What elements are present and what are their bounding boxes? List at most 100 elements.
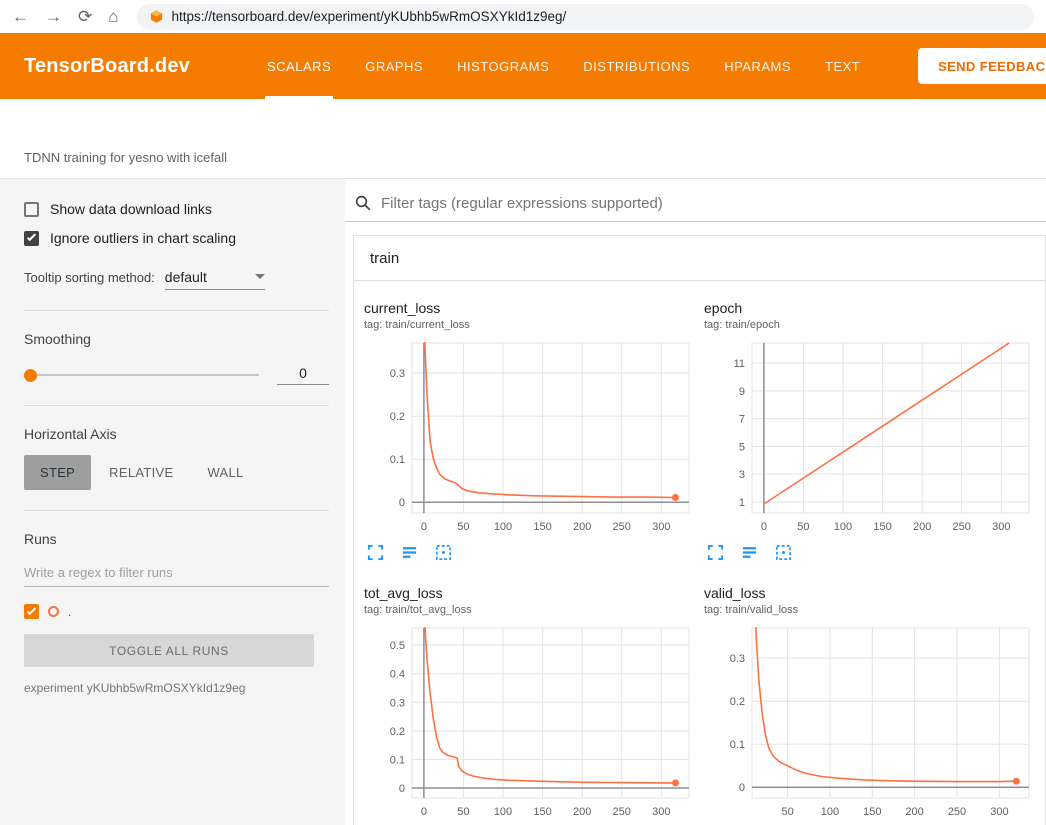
runs-filter-input[interactable] bbox=[24, 561, 329, 587]
tensorboard-favicon bbox=[149, 9, 164, 24]
svg-text:0.2: 0.2 bbox=[730, 696, 745, 708]
expand-chart-icon[interactable] bbox=[707, 544, 724, 561]
tag-filter-input[interactable] bbox=[381, 195, 1046, 212]
line-chart-tot-avg-loss[interactable]: 05010015020025030000.10.20.30.40.5 bbox=[364, 622, 704, 824]
chart-card-epoch: epoch tag: train/epoch 05010015020025030… bbox=[704, 300, 1044, 561]
tooltip-sorting-dropdown[interactable]: default bbox=[165, 269, 265, 290]
svg-text:150: 150 bbox=[863, 806, 881, 818]
svg-text:300: 300 bbox=[990, 806, 1008, 818]
smoothing-slider[interactable] bbox=[24, 374, 259, 376]
svg-text:100: 100 bbox=[821, 806, 839, 818]
forward-icon[interactable]: → bbox=[45, 8, 62, 25]
run-row[interactable]: . bbox=[24, 604, 329, 619]
svg-text:300: 300 bbox=[992, 521, 1010, 533]
chart-card-tot-avg-loss: tot_avg_loss tag: train/tot_avg_loss 050… bbox=[364, 585, 704, 825]
sidebar-divider bbox=[24, 510, 329, 511]
svg-text:0.3: 0.3 bbox=[730, 653, 745, 665]
svg-text:150: 150 bbox=[533, 521, 551, 533]
reload-icon[interactable]: ⟳ bbox=[78, 8, 92, 25]
chart-title: current_loss bbox=[364, 300, 704, 316]
brand-logo[interactable]: TensorBoard.dev bbox=[24, 55, 190, 78]
line-chart-epoch[interactable]: 0501001502002503001357911 bbox=[704, 337, 1044, 539]
chart-tag: tag: train/epoch bbox=[704, 319, 1044, 331]
experiment-id-label: experiment yKUbhb5wRmOSXYkId1z9eg bbox=[24, 681, 329, 695]
horizontal-axis-buttons: STEP RELATIVE WALL bbox=[24, 455, 329, 490]
tab-hparams[interactable]: HPARAMS bbox=[707, 33, 808, 99]
show-download-links-checkbox-row[interactable]: Show data download links bbox=[24, 201, 329, 217]
line-chart-valid-loss[interactable]: 5010015020025030000.10.20.3 bbox=[704, 622, 1044, 824]
home-icon[interactable]: ⌂ bbox=[108, 8, 118, 25]
svg-text:200: 200 bbox=[913, 521, 931, 533]
ignore-outliers-label: Ignore outliers in chart scaling bbox=[50, 230, 236, 246]
checkbox-unchecked-icon[interactable] bbox=[24, 202, 39, 217]
svg-text:0: 0 bbox=[761, 521, 767, 533]
chart-data-icon[interactable] bbox=[401, 544, 418, 561]
dropdown-arrow-icon bbox=[255, 274, 265, 279]
tooltip-sorting-value: default bbox=[165, 269, 207, 285]
chart-title: epoch bbox=[704, 300, 1044, 316]
tab-graphs[interactable]: GRAPHS bbox=[348, 33, 440, 99]
train-section-label: train bbox=[370, 250, 399, 267]
axis-relative-button[interactable]: RELATIVE bbox=[93, 455, 189, 490]
svg-text:11: 11 bbox=[734, 358, 745, 370]
chart-toolbar bbox=[364, 544, 704, 561]
fit-domain-icon[interactable] bbox=[775, 544, 792, 561]
sidebar-divider bbox=[24, 310, 329, 311]
svg-text:0: 0 bbox=[421, 806, 427, 818]
svg-text:300: 300 bbox=[652, 806, 670, 818]
svg-text:100: 100 bbox=[834, 521, 852, 533]
svg-text:0: 0 bbox=[399, 497, 405, 509]
svg-text:1: 1 bbox=[739, 497, 745, 509]
fit-domain-icon[interactable] bbox=[435, 544, 452, 561]
svg-text:100: 100 bbox=[494, 806, 512, 818]
toggle-all-runs-button[interactable]: TOGGLE ALL RUNS bbox=[24, 634, 314, 667]
chart-title: valid_loss bbox=[704, 585, 1044, 601]
train-section-header[interactable]: train bbox=[354, 236, 1045, 281]
check-icon bbox=[27, 605, 36, 614]
svg-text:0.3: 0.3 bbox=[390, 697, 405, 709]
tab-histograms[interactable]: HISTOGRAMS bbox=[440, 33, 566, 99]
axis-step-button[interactable]: STEP bbox=[24, 455, 91, 490]
chart-card-valid-loss: valid_loss tag: train/valid_loss 5010015… bbox=[704, 585, 1044, 825]
runs-label: Runs bbox=[24, 531, 329, 547]
experiment-title: TDNN training for yesno with icefall bbox=[24, 150, 227, 165]
url-text: https://tensorboard.dev/experiment/yKUbh… bbox=[172, 9, 567, 24]
ignore-outliers-checkbox-row[interactable]: Ignore outliers in chart scaling bbox=[24, 230, 329, 246]
checkbox-checked-icon[interactable] bbox=[24, 231, 39, 246]
tag-filter-row bbox=[345, 179, 1046, 222]
back-icon[interactable]: ← bbox=[12, 8, 29, 25]
settings-sidebar: Show data download links Ignore outliers… bbox=[0, 179, 345, 825]
axis-wall-button[interactable]: WALL bbox=[191, 455, 259, 490]
address-bar[interactable]: https://tensorboard.dev/experiment/yKUbh… bbox=[137, 4, 1034, 30]
show-download-links-label: Show data download links bbox=[50, 201, 212, 217]
chart-data-icon[interactable] bbox=[741, 544, 758, 561]
tab-scalars[interactable]: SCALARS bbox=[250, 33, 348, 99]
horizontal-axis-label: Horizontal Axis bbox=[24, 426, 329, 442]
experiment-title-bar: TDNN training for yesno with icefall bbox=[0, 99, 1046, 179]
svg-text:0.1: 0.1 bbox=[390, 454, 405, 466]
train-section-card: train current_loss tag: train/current_lo… bbox=[353, 235, 1046, 825]
smoothing-label: Smoothing bbox=[24, 331, 329, 347]
smoothing-value-field[interactable]: 0 bbox=[277, 365, 329, 385]
svg-text:250: 250 bbox=[948, 806, 966, 818]
chart-title: tot_avg_loss bbox=[364, 585, 704, 601]
svg-text:0: 0 bbox=[739, 782, 745, 794]
run-name: . bbox=[68, 605, 71, 619]
expand-chart-icon[interactable] bbox=[367, 544, 384, 561]
smoothing-slider-knob[interactable] bbox=[24, 369, 37, 382]
chart-toolbar bbox=[704, 544, 1044, 561]
app-header: TensorBoard.dev SCALARS GRAPHS HISTOGRAM… bbox=[0, 33, 1046, 99]
tooltip-sorting-label: Tooltip sorting method: bbox=[24, 270, 155, 285]
chart-tag: tag: train/valid_loss bbox=[704, 604, 1044, 616]
svg-text:5: 5 bbox=[739, 441, 745, 453]
svg-text:0.3: 0.3 bbox=[390, 368, 405, 380]
line-chart-current-loss[interactable]: 05010015020025030000.10.20.3 bbox=[364, 337, 704, 539]
search-icon bbox=[354, 194, 372, 212]
send-feedback-button[interactable]: SEND FEEDBACK bbox=[918, 48, 1046, 84]
tab-distributions[interactable]: DISTRIBUTIONS bbox=[566, 33, 707, 99]
run-checkbox-icon[interactable] bbox=[24, 604, 39, 619]
svg-text:150: 150 bbox=[873, 521, 891, 533]
tab-text[interactable]: TEXT bbox=[808, 33, 877, 99]
tensorboard-page: ← → ⟳ ⌂ https://tensorboard.dev/experime… bbox=[0, 0, 1046, 825]
svg-text:50: 50 bbox=[457, 521, 469, 533]
